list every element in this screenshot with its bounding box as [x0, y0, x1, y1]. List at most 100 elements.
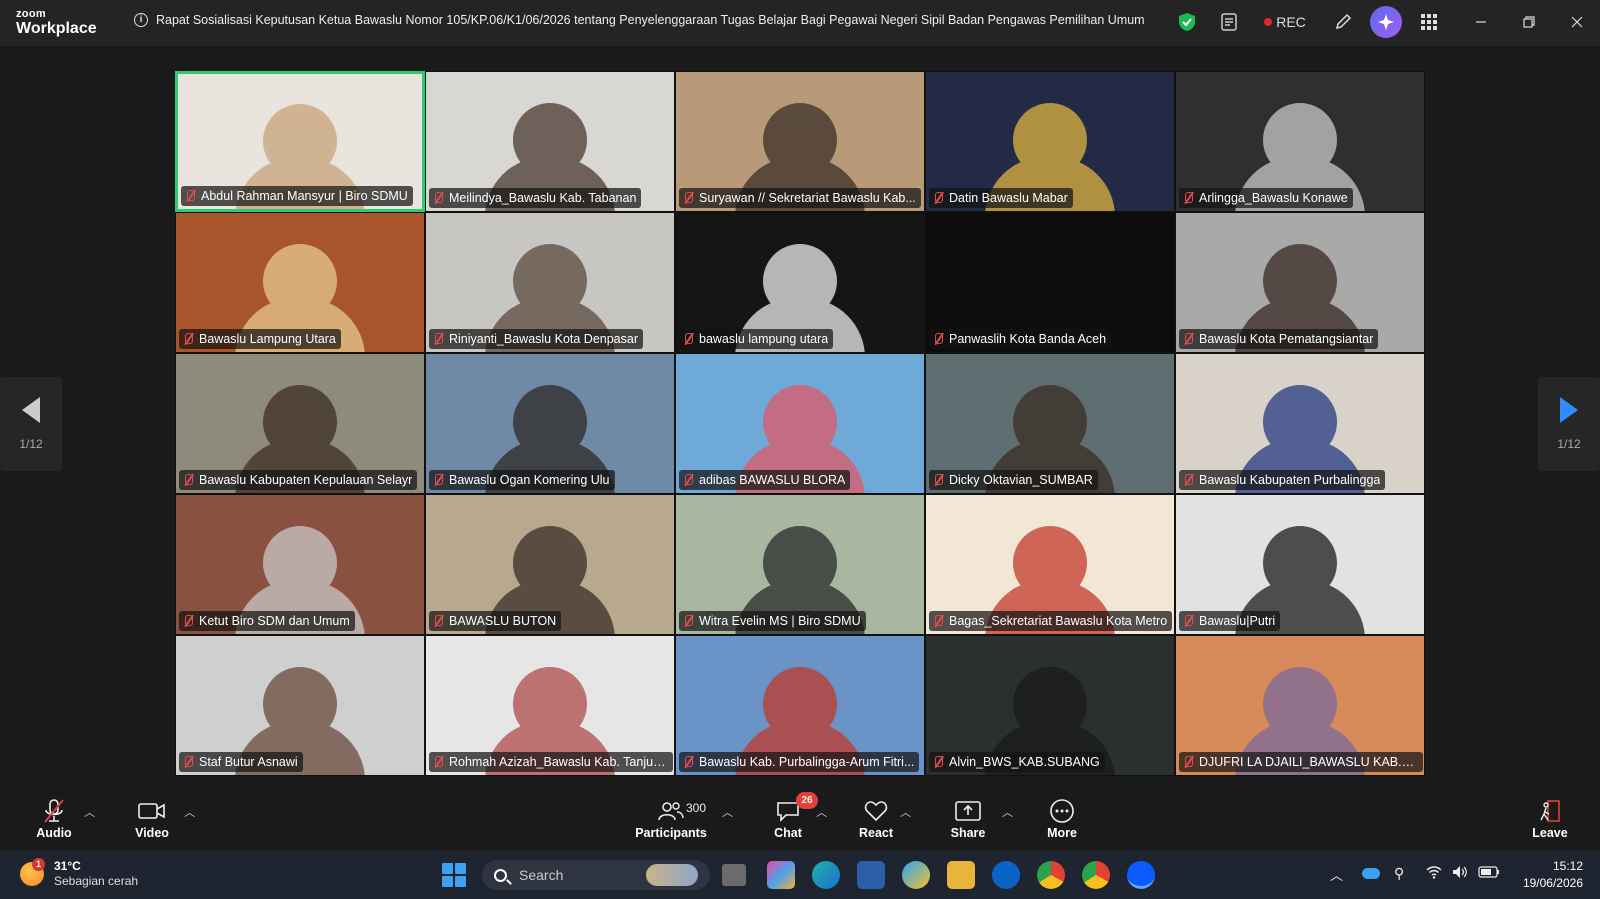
participant-tile[interactable]: Panwaslih Kota Banda Aceh [925, 212, 1175, 353]
help-app-icon[interactable] [902, 861, 930, 889]
mic-muted-icon [682, 332, 694, 346]
meeting-info-icon[interactable]: i [134, 13, 148, 27]
page-indicator-left: 1/12 [19, 437, 43, 451]
react-options-caret-icon[interactable]: ︿ [900, 804, 911, 820]
zoom-app-icon[interactable] [1127, 861, 1155, 889]
participant-name: Meilindya_Bawaslu Kab. Tabanan [449, 191, 637, 205]
participant-tile[interactable]: Bawaslu Lampung Utara [175, 212, 425, 353]
hp-app-icon[interactable] [992, 861, 1020, 889]
participant-tile[interactable]: Bawaslu Kabupaten Purbalingga [1175, 353, 1425, 494]
onedrive-icon[interactable] [1362, 868, 1380, 879]
participant-video-feed [235, 243, 365, 352]
windows-start-icon[interactable] [442, 863, 466, 887]
participant-name-label: Bawaslu Kabupaten Purbalingga [1179, 470, 1386, 490]
participant-video-feed [1235, 666, 1365, 775]
network-status-icon[interactable]: ⚲ [1394, 865, 1404, 882]
react-button[interactable]: React [858, 798, 894, 840]
video-button[interactable]: Video [132, 798, 172, 840]
participant-tile[interactable]: Witra Evelin MS | Biro SDMU [675, 494, 925, 635]
participant-tile[interactable]: Bawaslu Kabupaten Kepulauan Selayr [175, 353, 425, 494]
participant-tile[interactable]: Bawaslu|Putri [1175, 494, 1425, 635]
volume-icon[interactable] [1452, 865, 1468, 882]
participant-name: Bawaslu Kabupaten Purbalingga [1199, 473, 1381, 487]
mic-muted-icon [932, 473, 944, 487]
close-window-icon[interactable] [1566, 10, 1588, 34]
mic-muted-icon [432, 614, 444, 628]
participant-tile[interactable]: Meilindya_Bawaslu Kab. Tabanan [425, 71, 675, 212]
microsoft-store-icon[interactable] [857, 861, 885, 889]
participant-name-label: Bawaslu Kota Pematangsiantar [1179, 329, 1379, 349]
task-view-icon[interactable] [722, 864, 746, 886]
participant-video-feed [235, 103, 365, 209]
weather-sun-icon: 1 [20, 858, 45, 886]
participants-button[interactable]: 300 Participants [635, 798, 707, 840]
restore-window-icon[interactable] [1518, 10, 1540, 34]
next-page-button[interactable]: 1/12 [1538, 377, 1600, 471]
battery-icon[interactable] [1478, 865, 1500, 881]
taskbar-search[interactable]: Search [482, 860, 710, 890]
previous-page-button[interactable]: 1/12 [0, 377, 62, 471]
participant-tile[interactable]: Bawaslu Ogan Komering Ulu [425, 353, 675, 494]
mic-muted-icon [182, 755, 194, 769]
system-clock[interactable]: 15:12 19/06/2026 [1515, 858, 1583, 892]
participant-tile[interactable]: adibas BAWASLU BLORA [675, 353, 925, 494]
participant-tile[interactable]: Riniyanti_Bawaslu Kota Denpasar [425, 212, 675, 353]
recording-indicator[interactable]: REC [1262, 10, 1308, 34]
annotate-pen-icon[interactable] [1332, 10, 1354, 34]
wifi-icon[interactable] [1426, 865, 1442, 882]
more-button[interactable]: More [1044, 798, 1080, 840]
participant-tile[interactable]: DJUFRI LA DJAILI_BAWASLU KAB.KAI... [1175, 635, 1425, 776]
participant-video-feed [1235, 384, 1365, 493]
participant-tile[interactable]: Abdul Rahman Mansyur | Biro SDMU [175, 71, 425, 212]
participant-name-label: Alvin_BWS_KAB.SUBANG [929, 752, 1105, 772]
clock-time: 15:12 [1552, 859, 1583, 873]
minimize-window-icon[interactable] [1470, 10, 1492, 34]
mic-muted-icon [432, 191, 444, 205]
participant-name: Riniyanti_Bawaslu Kota Denpasar [449, 332, 638, 346]
participant-tile[interactable]: Bawaslu Kota Pematangsiantar [1175, 212, 1425, 353]
participant-tile[interactable]: Staf Butur Asnawi [175, 635, 425, 776]
chrome-browser-icon[interactable] [1037, 861, 1065, 889]
share-screen-icon [955, 798, 981, 824]
video-options-caret-icon[interactable]: ︿ [184, 804, 195, 820]
share-button[interactable]: Share [950, 798, 986, 840]
participant-tile[interactable]: BAWASLU BUTON [425, 494, 675, 635]
chat-options-caret-icon[interactable]: ︿ [816, 804, 827, 820]
participant-name-label: Bagas_Sekretariat Bawaslu Kota Metro [929, 611, 1173, 631]
participant-name-label: Staf Butur Asnawi [179, 752, 303, 772]
audio-options-caret-icon[interactable]: ︿ [84, 804, 95, 820]
participants-options-caret-icon[interactable]: ︿ [722, 804, 733, 820]
copilot-icon[interactable] [767, 861, 795, 889]
apps-grid-icon[interactable] [1418, 10, 1440, 34]
share-options-caret-icon[interactable]: ︿ [1002, 804, 1013, 820]
participant-tile[interactable]: Alvin_BWS_KAB.SUBANG [925, 635, 1175, 776]
leave-button[interactable]: Leave [1530, 798, 1570, 840]
participant-tile[interactable]: bawaslu lampung utara [675, 212, 925, 353]
participant-tile[interactable]: Ketut Biro SDM dan Umum [175, 494, 425, 635]
chrome-profile-icon[interactable] [1082, 861, 1110, 889]
windows-taskbar: 1 31°C Sebagian cerah Search ︿ ⚲ 15:12 1… [0, 851, 1600, 899]
participant-tile[interactable]: Rohmah Azizah_Bawaslu Kab. Tanjun... [425, 635, 675, 776]
participant-tile[interactable]: Bawaslu Kab. Purbalingga-Arum Fitri... [675, 635, 925, 776]
participant-tile[interactable]: Suryawan // Sekretariat Bawaslu Kab... [675, 71, 925, 212]
participant-name: Bawaslu|Putri [1199, 614, 1276, 628]
weather-widget[interactable]: 1 31°C Sebagian cerah [20, 858, 138, 889]
encryption-shield-icon[interactable] [1176, 10, 1198, 34]
audio-button[interactable]: Audio [36, 798, 72, 840]
ai-companion-icon[interactable] [1370, 6, 1402, 38]
file-explorer-icon[interactable] [947, 861, 975, 889]
chat-unread-badge: 26 [796, 792, 818, 809]
edge-browser-icon[interactable] [812, 861, 840, 889]
participant-name: Panwaslih Kota Banda Aceh [949, 332, 1107, 346]
participant-name: Datin Bawaslu Mabar [949, 191, 1068, 205]
notes-icon[interactable] [1218, 10, 1240, 34]
participant-tile[interactable]: Dicky Oktavian_SUMBAR [925, 353, 1175, 494]
participant-tile[interactable]: Datin Bawaslu Mabar [925, 71, 1175, 212]
participant-tile[interactable]: Arlingga_Bawaslu Konawe [1175, 71, 1425, 212]
recording-dot-icon [1264, 18, 1273, 26]
search-placeholder: Search [519, 867, 564, 883]
participant-tile[interactable]: Bagas_Sekretariat Bawaslu Kota Metro [925, 494, 1175, 635]
participant-name: Ketut Biro SDM dan Umum [199, 614, 350, 628]
tray-overflow-icon[interactable]: ︿ [1330, 865, 1343, 884]
chat-button[interactable]: 26 Chat [770, 792, 818, 840]
